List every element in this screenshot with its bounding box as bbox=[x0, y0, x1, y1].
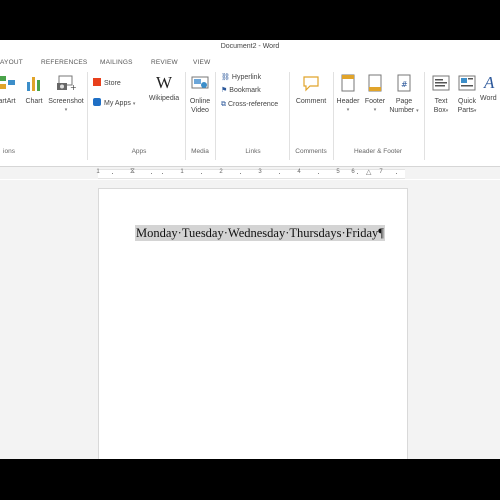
quick-parts-icon bbox=[458, 75, 476, 91]
ruler-tick bbox=[357, 173, 358, 174]
group-media: Media bbox=[191, 148, 209, 155]
group-apps: Apps bbox=[131, 148, 147, 155]
ribbon-tabs: AYOUT REFERENCES MAILINGS REVIEW VIEW bbox=[0, 56, 500, 69]
text-box-icon bbox=[432, 75, 450, 91]
chevron-down-icon: ▾ bbox=[64, 107, 68, 113]
ruler-tick bbox=[318, 173, 319, 174]
group-illustrations: ions bbox=[3, 148, 15, 155]
tab-references[interactable]: REFERENCES bbox=[41, 56, 87, 69]
group-divider bbox=[87, 72, 88, 160]
tab-view[interactable]: VIEW bbox=[193, 56, 210, 69]
wikipedia-icon: W bbox=[155, 73, 173, 92]
ruler-tick bbox=[396, 173, 397, 174]
chart-button[interactable]: Chart bbox=[22, 74, 46, 106]
svg-text:+: + bbox=[70, 83, 77, 92]
svg-text:#: # bbox=[401, 80, 408, 89]
comment-button[interactable]: Comment bbox=[292, 74, 330, 106]
ruler-number: 2 bbox=[219, 169, 223, 175]
group-links: Links bbox=[245, 148, 261, 155]
store-icon bbox=[93, 78, 101, 86]
online-video-icon bbox=[191, 76, 209, 89]
my-apps-icon bbox=[93, 98, 101, 106]
smartart-button[interactable]: artArt bbox=[0, 74, 20, 106]
document-page[interactable]: Monday·Tuesday·Wednesday·Thursdays·Frida… bbox=[98, 188, 408, 459]
wikipedia-button[interactable]: W Wikipedia bbox=[146, 74, 182, 103]
group-divider bbox=[424, 72, 425, 160]
tab-mailings[interactable]: MAILINGS bbox=[100, 56, 133, 69]
cross-reference-button[interactable]: ⧉ Cross-reference bbox=[221, 100, 278, 110]
store-button[interactable]: Store bbox=[93, 78, 121, 89]
chevron-down-icon: ▾ bbox=[473, 108, 477, 114]
header-icon bbox=[341, 74, 355, 92]
ruler-tick bbox=[151, 173, 152, 174]
ruler-number: 6 bbox=[351, 169, 355, 175]
ruler-tick bbox=[240, 173, 241, 174]
header-button[interactable]: Header ▾ bbox=[334, 74, 362, 115]
ruler-tick bbox=[162, 173, 163, 174]
ruler-tick bbox=[201, 173, 202, 174]
ribbon: artArt Chart + Screenshot ▾ ions Store M… bbox=[0, 70, 500, 167]
window-title: Document2 - Word bbox=[220, 43, 280, 50]
letterbox-top bbox=[0, 0, 500, 40]
group-header-footer: Header & Footer bbox=[353, 148, 403, 155]
pilcrow-mark: ¶ bbox=[378, 226, 384, 240]
ruler-number: 1 bbox=[180, 169, 184, 175]
screenshot-button[interactable]: + Screenshot ▾ bbox=[46, 74, 86, 115]
ruler-number: 4 bbox=[297, 169, 301, 175]
footer-icon bbox=[368, 74, 382, 92]
text-box-button[interactable]: Text Box▾ bbox=[428, 74, 454, 116]
document-canvas[interactable]: Monday·Tuesday·Wednesday·Thursdays·Frida… bbox=[0, 180, 500, 459]
wordart-button[interactable]: A Word bbox=[480, 74, 500, 103]
ruler-tick bbox=[279, 173, 280, 174]
chevron-down-icon: ▾ bbox=[373, 107, 377, 113]
group-divider bbox=[289, 72, 290, 160]
my-apps-button[interactable]: My Apps ▾ bbox=[93, 98, 135, 109]
ruler-tick bbox=[112, 173, 113, 174]
hyperlink-icon: ⛓ bbox=[221, 74, 230, 81]
tab-page-layout[interactable]: AYOUT bbox=[0, 56, 23, 69]
group-divider bbox=[215, 72, 216, 160]
bookmark-icon: ⚑ bbox=[221, 87, 228, 94]
cross-reference-icon: ⧉ bbox=[221, 101, 226, 108]
ruler-number: 5 bbox=[336, 169, 340, 175]
comment-icon bbox=[303, 76, 319, 92]
smartart-icon bbox=[0, 76, 15, 89]
hyperlink-button[interactable]: ⛓ Hyperlink bbox=[221, 73, 261, 83]
letterbox-bottom bbox=[0, 459, 500, 500]
tab-review[interactable]: REVIEW bbox=[151, 56, 178, 69]
ruler-number: 1 bbox=[96, 169, 100, 175]
chevron-down-icon: ▾ bbox=[346, 107, 350, 113]
bookmark-button[interactable]: ⚑ Bookmark bbox=[221, 86, 261, 96]
chevron-down-icon: ▾ bbox=[445, 108, 449, 114]
ruler-number: 7 bbox=[379, 169, 383, 175]
ruler-track: 1 ⧖ 1 2 3 4 5 6 △ 7 bbox=[96, 168, 405, 179]
group-comments: Comments bbox=[295, 148, 327, 155]
quick-parts-button[interactable]: Quick Parts▾ bbox=[454, 74, 480, 116]
word-window: Document2 - Word AYOUT REFERENCES MAILIN… bbox=[0, 40, 500, 459]
selected-text[interactable]: Monday·Tuesday·Wednesday·Thursdays·Frida… bbox=[135, 225, 385, 241]
page-number-icon: # bbox=[397, 74, 411, 92]
online-video-button[interactable]: Online Video bbox=[186, 74, 214, 115]
indent-marker[interactable]: ⧖ bbox=[130, 168, 135, 176]
chart-icon bbox=[27, 77, 40, 91]
chevron-down-icon: ▾ bbox=[416, 108, 419, 114]
horizontal-ruler[interactable]: 1 ⧖ 1 2 3 4 5 6 △ 7 bbox=[0, 167, 500, 179]
screenshot-icon: + bbox=[57, 75, 77, 92]
chevron-down-icon: ▾ bbox=[132, 101, 136, 107]
ruler-number: 3 bbox=[258, 169, 262, 175]
page-number-button[interactable]: # Page Number ▾ bbox=[388, 74, 420, 116]
wordart-icon: A bbox=[484, 73, 495, 92]
footer-button[interactable]: Footer ▾ bbox=[362, 74, 388, 115]
right-indent-marker[interactable]: △ bbox=[366, 168, 371, 176]
